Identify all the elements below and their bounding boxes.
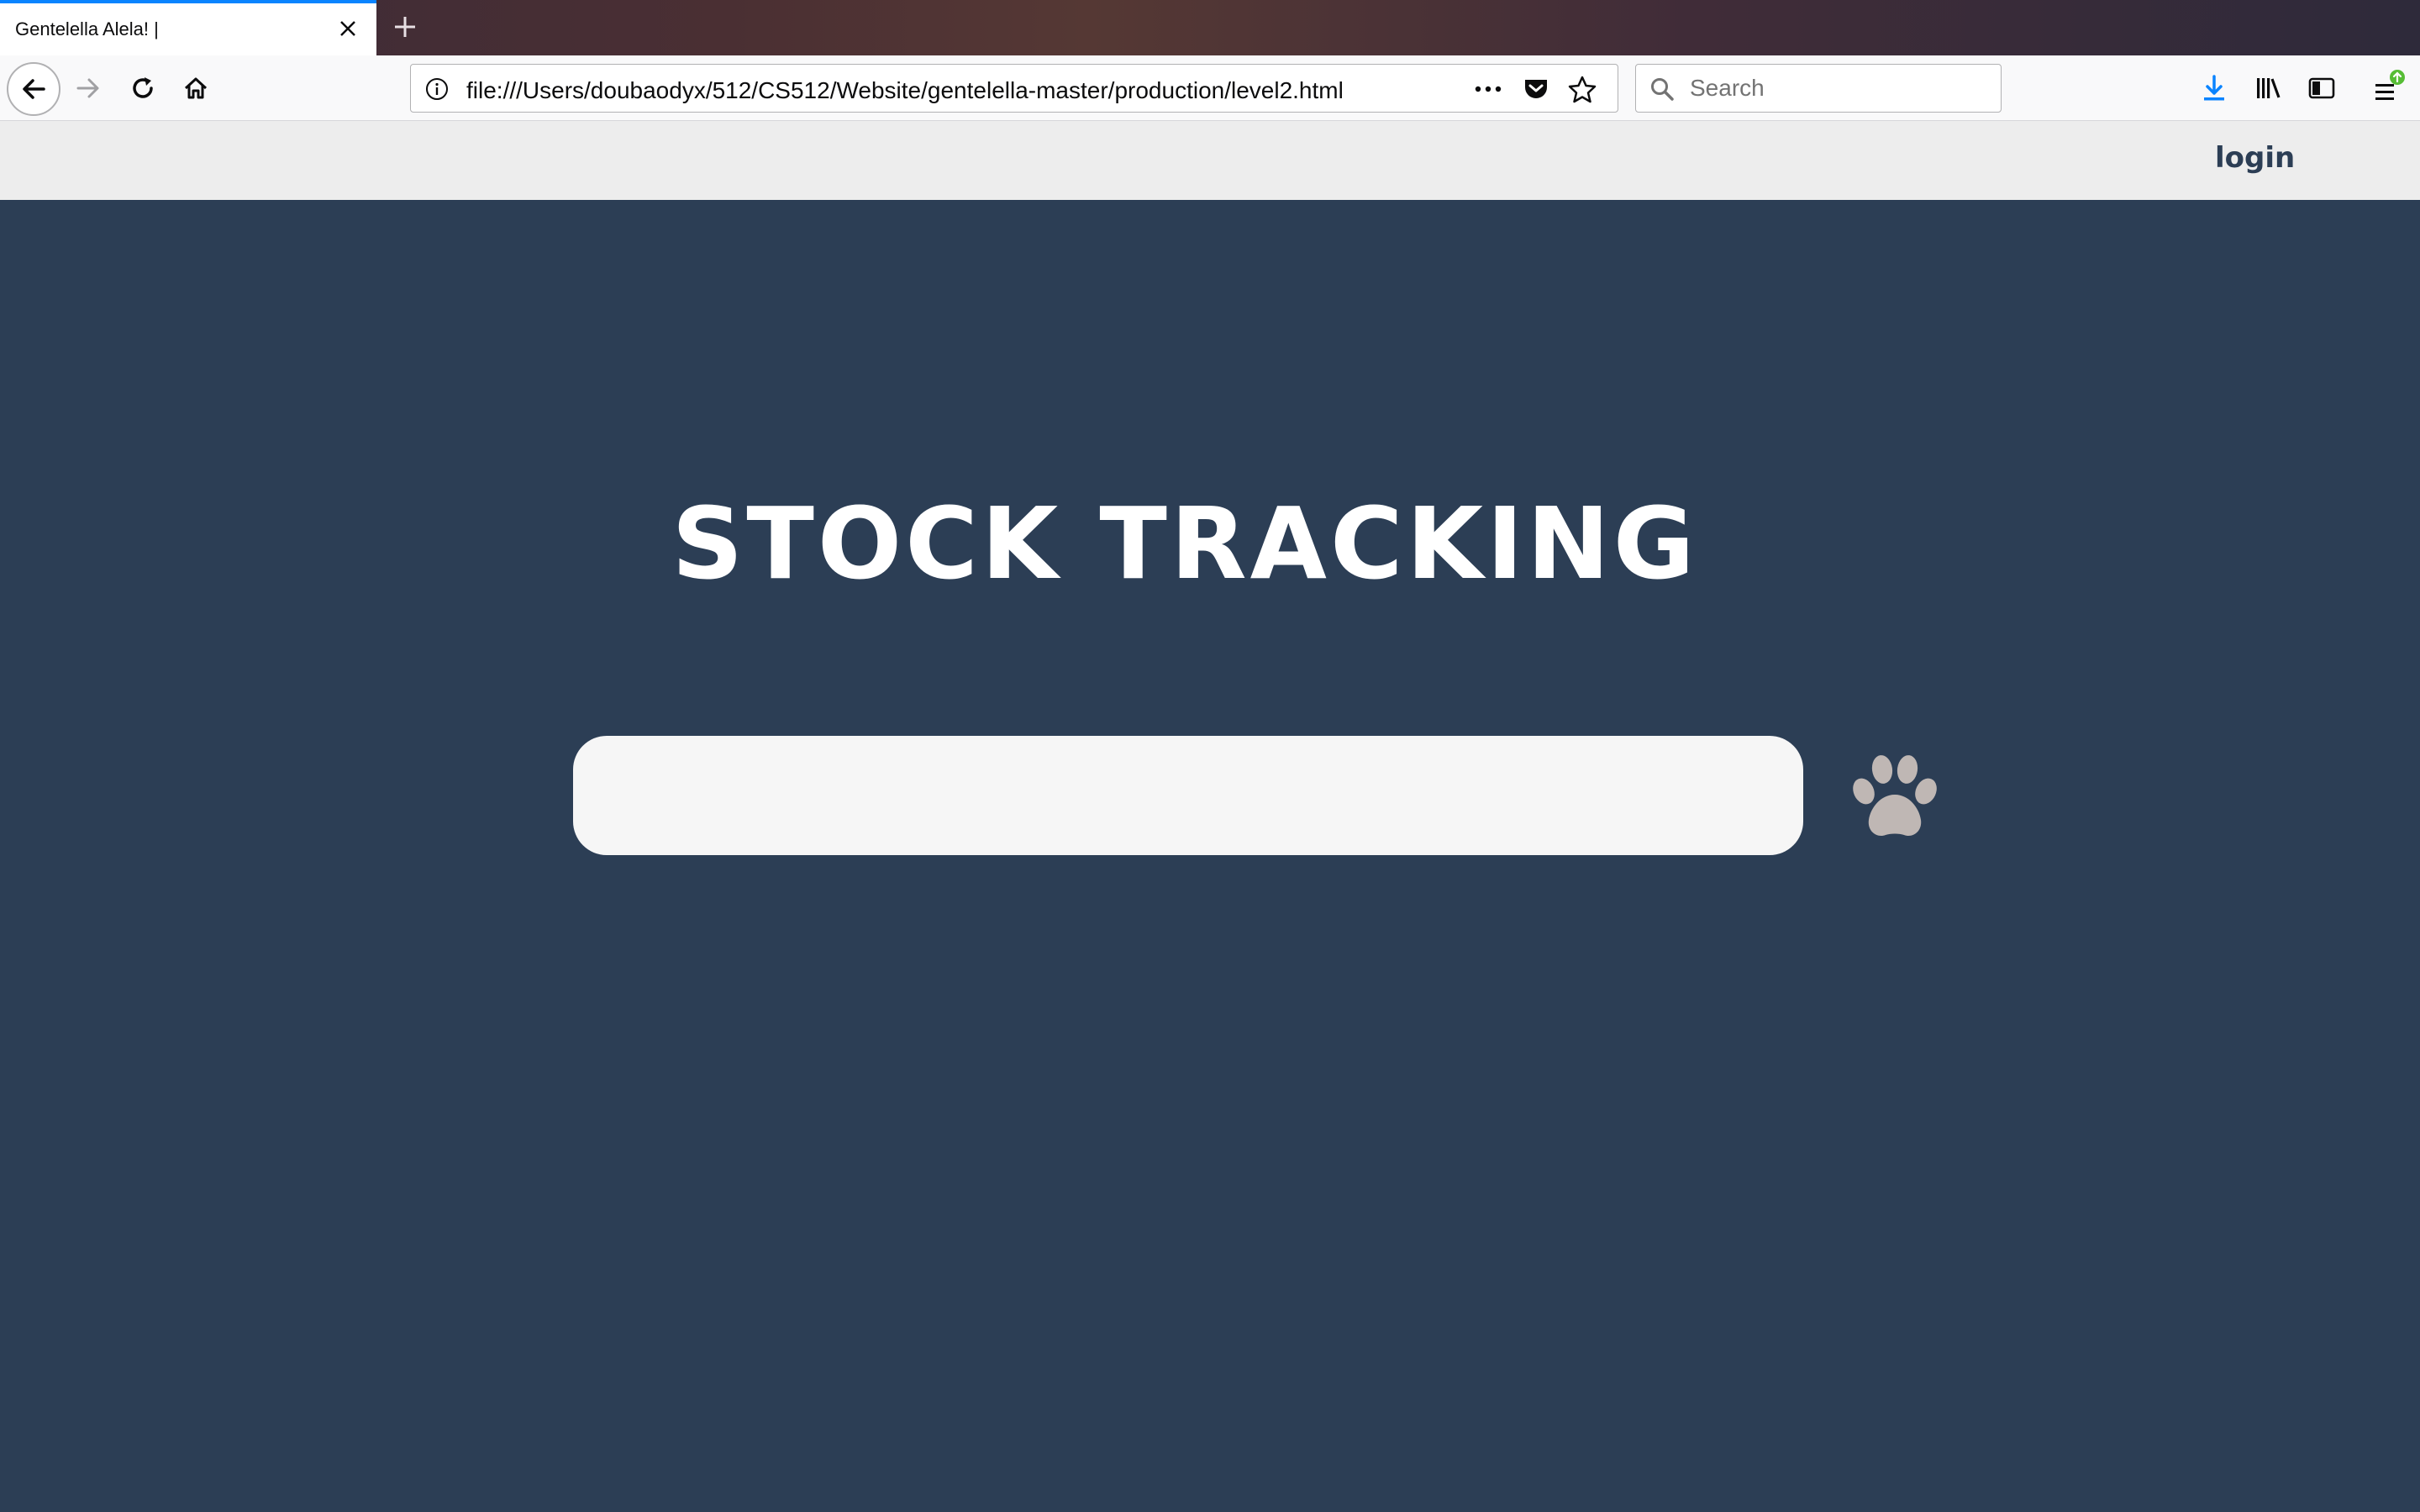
sidebar-icon <box>2308 77 2335 99</box>
new-tab-button[interactable] <box>388 10 422 44</box>
back-button[interactable] <box>7 62 60 116</box>
page-body <box>0 200 2420 1512</box>
info-icon[interactable] <box>424 76 450 102</box>
forward-arrow-icon <box>76 78 99 98</box>
library-icon <box>2257 78 2281 98</box>
browser-nav-bar: file:///Users/doubaodyx/512/CS512/Websit… <box>0 55 2420 121</box>
paw-icon <box>1853 755 1937 837</box>
browser-tab-active[interactable]: Gentelella Alela! | <box>0 0 376 55</box>
search-icon <box>1649 76 1675 102</box>
reload-button[interactable] <box>120 66 166 111</box>
login-link[interactable]: login <box>2215 141 2295 175</box>
reload-icon <box>133 77 153 98</box>
back-arrow-icon <box>23 79 45 99</box>
url-text[interactable]: file:///Users/doubaodyx/512/CS512/Websit… <box>466 77 1344 104</box>
browser-search-input[interactable] <box>1688 71 1991 105</box>
browser-tab-bar: Gentelella Alela! | <box>0 0 2420 55</box>
star-icon[interactable] <box>1567 75 1597 105</box>
stock-search-input[interactable] <box>573 736 1803 855</box>
download-icon <box>2204 75 2224 101</box>
downloads-button[interactable] <box>2191 66 2237 111</box>
menu-button[interactable] <box>2366 66 2412 111</box>
forward-button[interactable] <box>66 66 111 111</box>
page-header: login <box>0 121 2420 200</box>
home-icon <box>184 77 208 99</box>
more-dots-icon[interactable] <box>1471 76 1505 102</box>
hamburger-menu-icon <box>2375 70 2405 100</box>
browser-search-bar[interactable] <box>1635 64 2002 113</box>
tab-title: Gentelella Alela! | <box>15 18 159 39</box>
search-submit-button[interactable] <box>1847 751 1943 843</box>
page-title: STOCK TRACKING <box>671 486 1698 601</box>
close-icon[interactable] <box>334 15 361 42</box>
home-button[interactable] <box>173 66 218 111</box>
pocket-icon[interactable] <box>1522 75 1550 103</box>
sidebar-button[interactable] <box>2299 66 2344 111</box>
library-button[interactable] <box>2245 66 2291 111</box>
url-bar[interactable]: file:///Users/doubaodyx/512/CS512/Websit… <box>410 64 1618 113</box>
